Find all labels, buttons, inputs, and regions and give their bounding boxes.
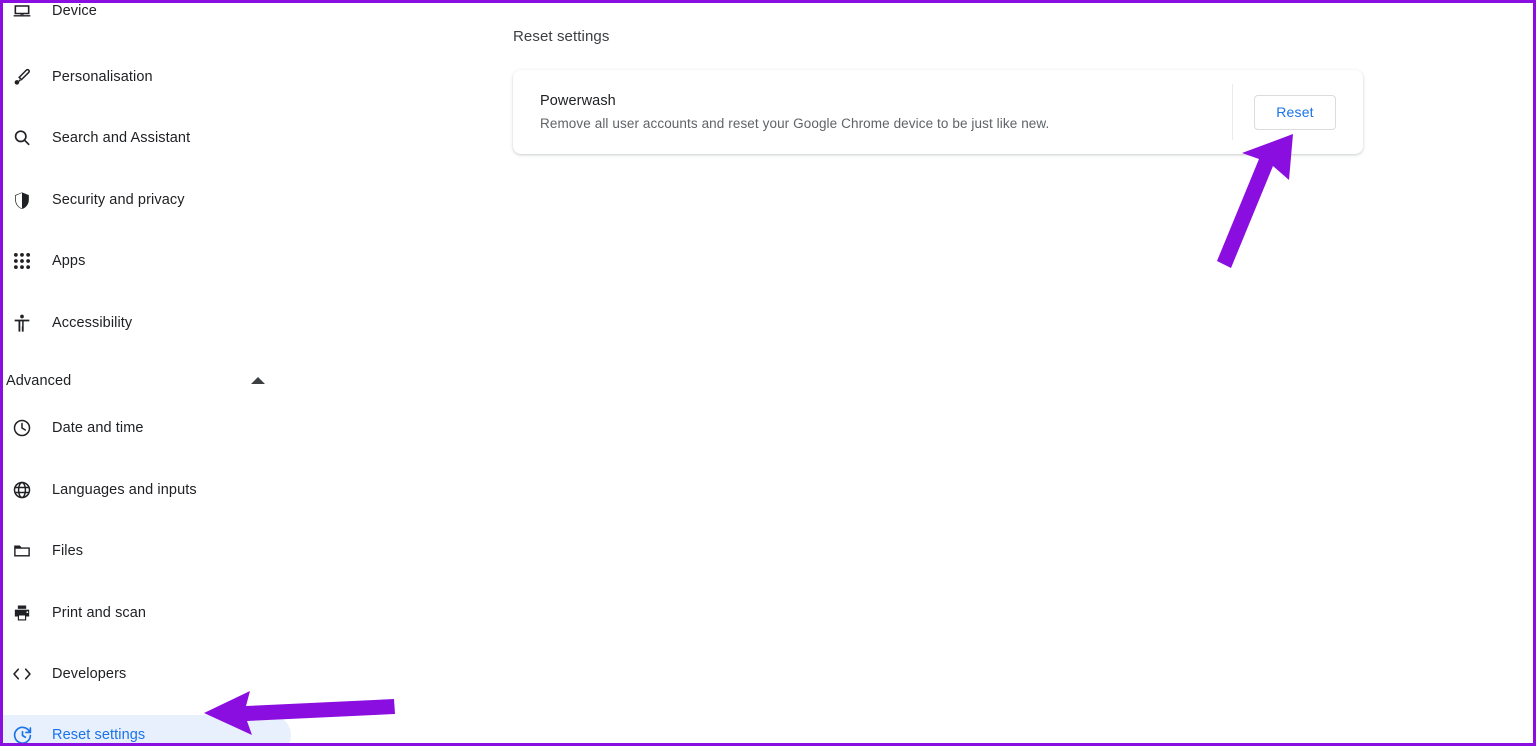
settings-sidebar: Device Personalisation Search and Assist…	[3, 3, 473, 743]
powerwash-card: Powerwash Remove all user accounts and r…	[513, 70, 1363, 154]
sidebar-item-label: Personalisation	[52, 69, 153, 85]
advanced-section-label: Advanced	[6, 373, 72, 389]
settings-window: Device Personalisation Search and Assist…	[0, 0, 1536, 746]
sidebar-item-date-and-time[interactable]: Date and time	[3, 408, 291, 448]
powerwash-card-text: Powerwash Remove all user accounts and r…	[513, 93, 1232, 131]
sidebar-item-apps[interactable]: Apps	[3, 241, 291, 281]
settings-main-content: Reset settings Powerwash Remove all user…	[473, 3, 1533, 743]
shield-icon	[5, 188, 39, 212]
card-divider	[1232, 84, 1233, 140]
sidebar-item-label: Developers	[52, 666, 127, 682]
sidebar-item-label: Date and time	[52, 420, 144, 436]
sidebar-item-label: Device	[52, 3, 97, 19]
sidebar-item-files[interactable]: Files	[3, 531, 291, 571]
sidebar-item-languages-and-inputs[interactable]: Languages and inputs	[3, 470, 291, 510]
reset-button[interactable]: Reset	[1254, 94, 1336, 130]
sidebar-item-label: Security and privacy	[52, 192, 185, 208]
sidebar-item-personalisation[interactable]: Personalisation	[3, 57, 291, 97]
chevron-up-icon[interactable]	[251, 377, 265, 384]
restore-clock-icon	[5, 723, 39, 743]
sidebar-item-label: Search and Assistant	[52, 130, 191, 146]
printer-icon	[5, 601, 39, 625]
globe-icon	[5, 478, 39, 502]
sidebar-item-label: Files	[52, 543, 84, 559]
sidebar-item-reset-settings[interactable]: Reset settings	[3, 715, 291, 743]
sidebar-item-developers[interactable]: Developers	[3, 654, 291, 694]
sidebar-item-label: Print and scan	[52, 605, 147, 621]
sidebar-item-accessibility[interactable]: Accessibility	[3, 303, 291, 343]
accessibility-person-icon	[5, 311, 39, 335]
powerwash-title: Powerwash	[540, 93, 616, 109]
powerwash-description: Remove all user accounts and reset your …	[540, 116, 1050, 131]
search-icon	[5, 126, 39, 150]
sidebar-item-label: Accessibility	[52, 315, 133, 331]
clock-icon	[5, 416, 39, 440]
apps-grid-icon	[5, 249, 39, 273]
sidebar-item-label: Apps	[52, 253, 86, 269]
brush-icon	[5, 65, 39, 89]
sidebar-item-print-and-scan[interactable]: Print and scan	[3, 593, 291, 633]
sidebar-item-label: Reset settings	[52, 727, 146, 743]
sidebar-item-device[interactable]: Device	[3, 3, 291, 31]
code-brackets-icon	[5, 662, 39, 686]
sidebar-item-security-and-privacy[interactable]: Security and privacy	[3, 180, 291, 220]
page-title: Reset settings	[513, 28, 610, 45]
sidebar-item-search-and-assistant[interactable]: Search and Assistant	[3, 118, 291, 158]
folder-icon	[5, 539, 39, 563]
laptop-icon	[5, 3, 39, 23]
sidebar-section-advanced[interactable]: Advanced	[3, 365, 291, 397]
sidebar-item-label: Languages and inputs	[52, 482, 197, 498]
